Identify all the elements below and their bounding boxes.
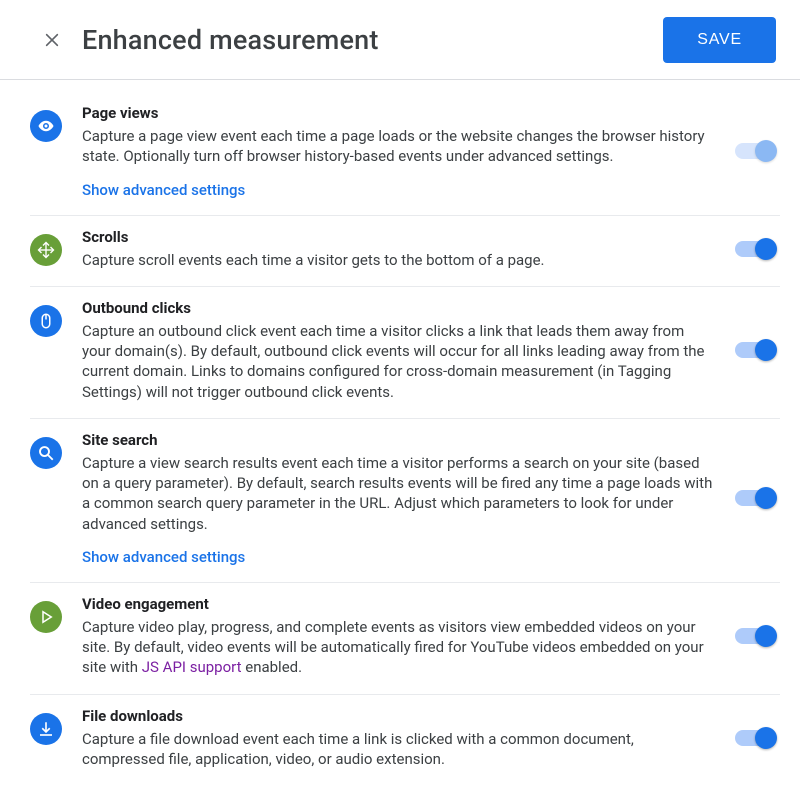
setting-description: Capture a file download event each time … [82,729,714,770]
download-icon [30,713,62,745]
close-icon[interactable] [40,28,64,52]
setting-text: Page views Capture a page view event each… [82,104,730,199]
toggle-container [730,342,780,358]
settings-list: Page views Capture a page view event each… [0,80,800,809]
setting-title: File downloads [82,707,714,725]
dialog-title: Enhanced measurement [82,24,663,56]
toggle [735,143,775,159]
mouse-icon [30,305,62,337]
show-advanced-settings-link[interactable]: Show advanced settings [82,548,245,566]
setting-text: Scrolls Capture scroll events each time a… [82,228,730,270]
js-api-support-link[interactable]: JS API support [142,658,242,676]
toggle-container [730,628,780,644]
toggle-container [730,490,780,506]
setting-title: Video engagement [82,595,714,613]
setting-text: Outbound clicks Capture an outbound click… [82,299,730,402]
setting-row: Site search Capture a view search results… [30,419,780,583]
toggle-knob [755,238,777,260]
toggle-knob [755,625,777,647]
toggle-knob [755,727,777,749]
setting-description: Capture scroll events each time a visito… [82,250,714,270]
show-advanced-settings-link[interactable]: Show advanced settings [82,181,245,199]
setting-description: Capture an outbound click event each tim… [82,321,714,402]
setting-title: Outbound clicks [82,299,714,317]
setting-text: File downloads Capture a file download ev… [82,707,730,770]
setting-row: Video engagement Capture video play, prog… [30,583,780,695]
toggle[interactable] [735,490,775,506]
save-button[interactable]: SAVE [663,17,776,63]
toggle-knob [755,339,777,361]
setting-description: Capture video play, progress, and comple… [82,617,714,678]
setting-row: Scrolls Capture scroll events each time a… [30,216,780,287]
search-icon [30,437,62,469]
toggle[interactable] [735,730,775,746]
setting-title: Page views [82,104,714,122]
toggle-container [730,241,780,257]
setting-row: File downloads Capture a file download ev… [30,695,780,786]
toggle[interactable] [735,628,775,644]
toggle-container [730,730,780,746]
dialog-header: Enhanced measurement SAVE [0,0,800,80]
play-icon [30,601,62,633]
scroll-icon [30,234,62,266]
setting-title: Site search [82,431,714,449]
setting-description: Capture a page view event each time a pa… [82,126,714,167]
toggle-knob [755,487,777,509]
setting-row: Outbound clicks Capture an outbound click… [30,287,780,419]
toggle[interactable] [735,342,775,358]
setting-text: Site search Capture a view search results… [82,431,730,566]
toggle-knob [755,140,777,162]
toggle[interactable] [735,241,775,257]
toggle-container [730,143,780,159]
setting-text: Video engagement Capture video play, prog… [82,595,730,678]
setting-description: Capture a view search results event each… [82,453,714,534]
eye-icon [30,110,62,142]
setting-row: Page views Capture a page view event each… [30,104,780,216]
setting-title: Scrolls [82,228,714,246]
